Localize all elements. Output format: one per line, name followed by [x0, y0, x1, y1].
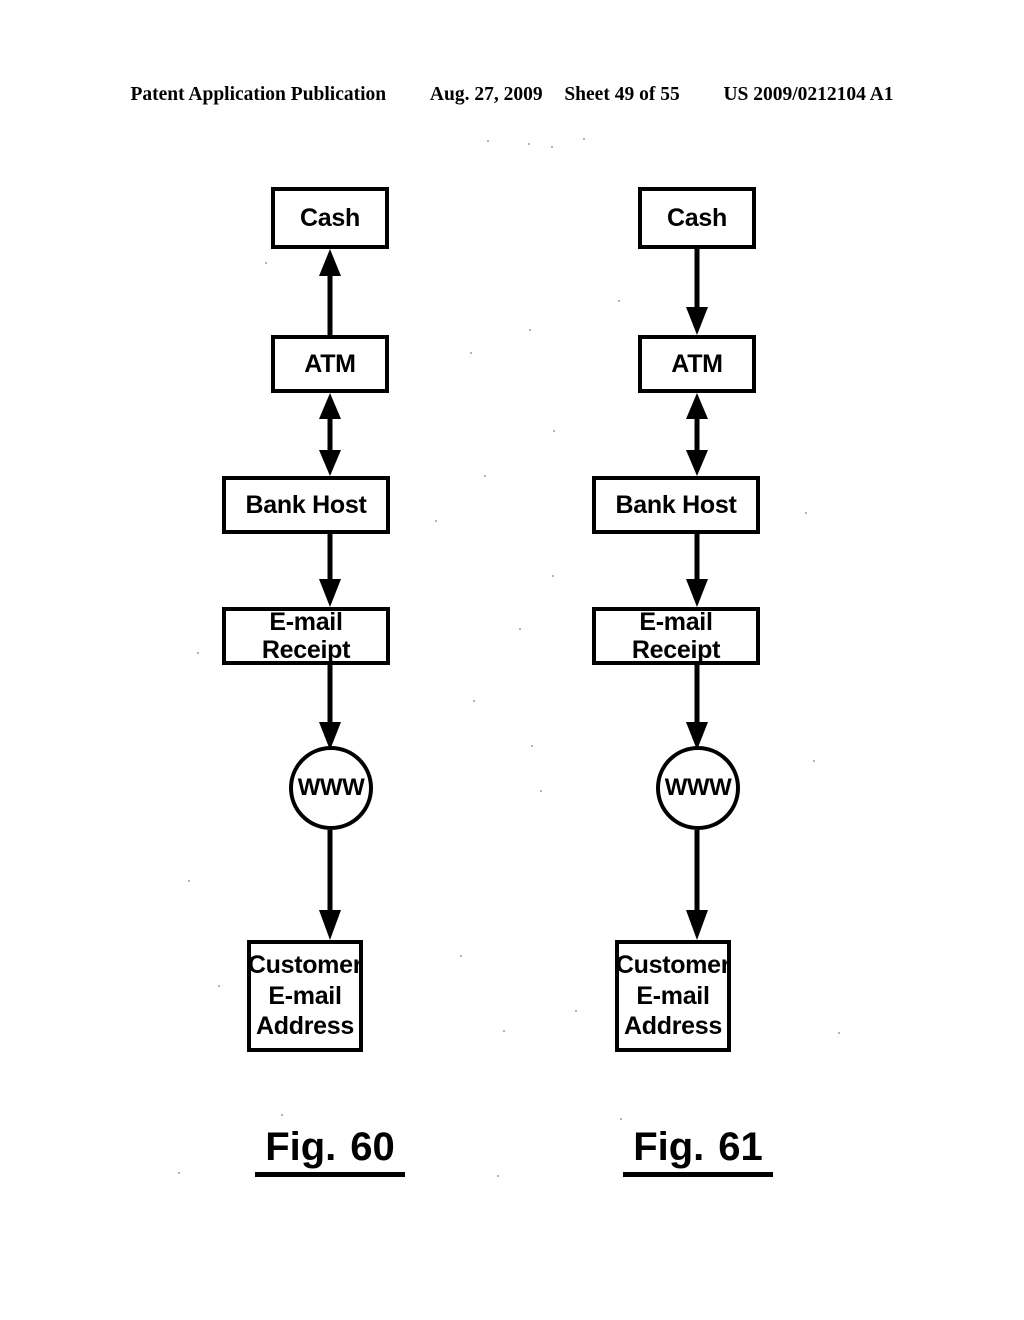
header-sheet: Sheet 49 of 55 [564, 84, 680, 105]
fig61-connector-cash-to-atm [685, 249, 709, 335]
fig61-customer-line2: E-mail [636, 981, 710, 1010]
fig60-caption: Fig. 60 [255, 1125, 405, 1177]
page-header: Patent Application Publication Aug. 27, … [0, 84, 1024, 106]
fig61-cash-label: Cash [667, 203, 727, 232]
fig61-email-receipt-label: E-mail Receipt [631, 607, 721, 665]
fig60-customer-line1: Customer [247, 951, 363, 980]
fig60-www-label: WWW [297, 774, 365, 801]
fig61-node-www: WWW [656, 746, 740, 830]
fig60-node-customer-email-address: Customer E-mail Address [247, 940, 363, 1052]
fig60-connector-email-receipt-to-www [318, 665, 342, 750]
fig61-node-cash: Cash [638, 187, 756, 249]
fig60-node-email-receipt: E-mail Receipt [222, 607, 390, 665]
fig61-atm-label: ATM [671, 349, 723, 378]
fig61-caption-number: 61 [718, 1125, 763, 1169]
fig60-caption-underline [255, 1172, 405, 1177]
fig61-node-email-receipt: E-mail Receipt [592, 607, 760, 665]
fig60-connector-atm-to-cash [318, 249, 342, 335]
fig60-node-atm: ATM [271, 335, 389, 393]
fig60-customer-line2: E-mail [268, 981, 342, 1010]
fig61-caption-underline [623, 1172, 773, 1177]
fig60-node-bank-host: Bank Host [222, 476, 390, 534]
fig61-connector-www-to-customer-email-address [685, 830, 709, 940]
fig61-node-bank-host: Bank Host [592, 476, 760, 534]
fig61-connector-email-receipt-to-www [685, 665, 709, 750]
header-date: Aug. 27, 2009 [429, 84, 543, 105]
fig61-connector-bank-host-to-email-receipt [685, 534, 709, 607]
fig61-caption: Fig. 61 [623, 1125, 773, 1177]
fig61-customer-line3: Address [624, 1012, 722, 1041]
fig61-www-label: WWW [664, 774, 732, 801]
header-patent-number: US 2009/0212104 A1 [723, 84, 894, 105]
fig60-email-receipt-label: E-mail Receipt [261, 607, 351, 665]
header-publication: Patent Application Publication [130, 84, 387, 105]
fig61-bank-host-label: Bank Host [615, 490, 737, 519]
fig60-connector-atm-bank-host [318, 393, 342, 476]
fig61-connector-atm-bank-host [685, 393, 709, 476]
fig61-caption-prefix: Fig. [633, 1125, 705, 1169]
fig60-connector-www-to-customer-email-address [318, 830, 342, 940]
fig61-customer-line1: Customer [615, 951, 731, 980]
fig60-node-cash: Cash [271, 187, 389, 249]
fig60-caption-number: 60 [350, 1125, 395, 1169]
fig60-connector-bank-host-to-email-receipt [318, 534, 342, 607]
fig60-bank-host-label: Bank Host [245, 490, 367, 519]
fig60-node-www: WWW [289, 746, 373, 830]
fig60-customer-line3: Address [256, 1012, 354, 1041]
fig60-atm-label: ATM [304, 349, 356, 378]
fig61-node-customer-email-address: Customer E-mail Address [615, 940, 731, 1052]
fig60-caption-prefix: Fig. [265, 1125, 337, 1169]
fig60-cash-label: Cash [300, 203, 360, 232]
fig61-node-atm: ATM [638, 335, 756, 393]
